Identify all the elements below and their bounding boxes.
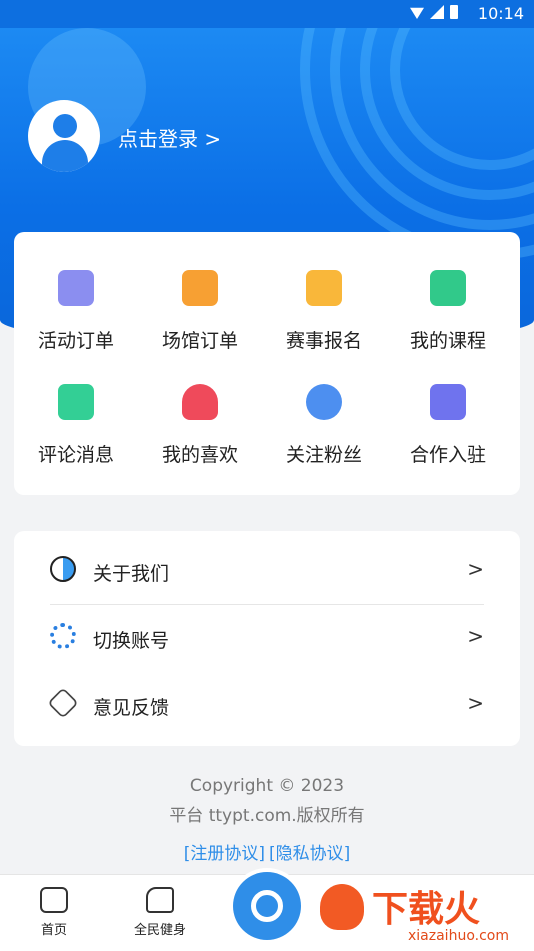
menu-item-label: 意见反馈 <box>93 697 170 719</box>
function-grid-card: 活动订单 场馆订单 赛事报名 我的课程 评论消息 我的喜欢 关注粉丝 合作入驻 <box>14 232 520 495</box>
register-agreement-link[interactable]: [注册协议] <box>184 844 265 864</box>
chevron-right-icon: > <box>467 557 484 581</box>
tab-home[interactable]: 首页 <box>14 887 94 938</box>
avatar-head-icon <box>53 114 77 138</box>
settings-menu-card: 关于我们 > 切换账号 > 意见反馈 > <box>14 531 520 746</box>
copyright-year: Copyright © 2023 <box>189 776 345 796</box>
chat-green-icon <box>58 384 94 420</box>
user-check-icon <box>306 384 342 420</box>
badge-icon <box>47 687 79 719</box>
tab-label: 首页 <box>40 923 67 938</box>
grid-item-label: 赛事报名 <box>285 330 362 352</box>
battery-icon <box>450 5 458 19</box>
grid-item-label: 场馆订单 <box>161 330 238 352</box>
grid-item-label: 合作入驻 <box>409 444 486 466</box>
clipboard-purple-icon <box>58 270 94 306</box>
menu-item-about-us[interactable]: 关于我们 > <box>14 537 520 605</box>
avatar[interactable] <box>28 100 100 172</box>
grid-item-label: 我的喜欢 <box>161 444 238 466</box>
login-link[interactable]: 点击登录 > <box>118 123 221 152</box>
center-action-button[interactable] <box>229 868 305 944</box>
handshake-icon <box>430 384 466 420</box>
grid-item-label: 活动订单 <box>37 330 114 352</box>
watermark-url: xiazaihuo.com <box>408 928 509 944</box>
menu-item-label: 关于我们 <box>93 563 170 585</box>
status-time: 10:14 <box>477 4 524 23</box>
heart-icon <box>182 384 218 420</box>
clock-icon <box>50 556 76 582</box>
avatar-body-icon <box>42 140 88 172</box>
menu-item-switch-account[interactable]: 切换账号 > <box>14 604 520 670</box>
signal-icon <box>430 5 444 19</box>
grid-item-label: 关注粉丝 <box>285 444 362 466</box>
home-icon <box>40 887 68 913</box>
watermark: 下载火 xiazaihuo.com <box>316 880 530 944</box>
grid-item-label: 评论消息 <box>37 444 114 466</box>
copyright-owner: 平台 ttypt.com.版权所有 <box>169 806 365 826</box>
chevron-right-icon: > <box>467 624 484 648</box>
arm-muscle-icon <box>146 887 174 913</box>
menu-item-label: 切换账号 <box>93 630 170 652</box>
flame-logo-icon <box>320 884 364 930</box>
center-o-icon <box>251 890 283 922</box>
status-icons <box>410 5 458 19</box>
grid-item-label: 我的课程 <box>409 330 486 352</box>
gear-icon <box>50 623 76 649</box>
wifi-icon <box>410 7 424 19</box>
document-green-icon <box>430 270 466 306</box>
privacy-policy-link[interactable]: [隐私协议] <box>269 844 350 864</box>
menu-item-feedback[interactable]: 意见反馈 > <box>14 671 520 737</box>
status-bar: 10:14 <box>0 0 534 28</box>
tab-fitness[interactable]: 全民健身 <box>120 887 200 938</box>
trend-clipboard-icon <box>306 270 342 306</box>
shop-orange-icon <box>182 270 218 306</box>
watermark-brand: 下载火 <box>372 889 481 930</box>
agreement-links: [注册协议] [隐私协议] <box>0 839 534 864</box>
chevron-right-icon: > <box>467 691 484 715</box>
tab-label: 全民健身 <box>133 923 186 938</box>
